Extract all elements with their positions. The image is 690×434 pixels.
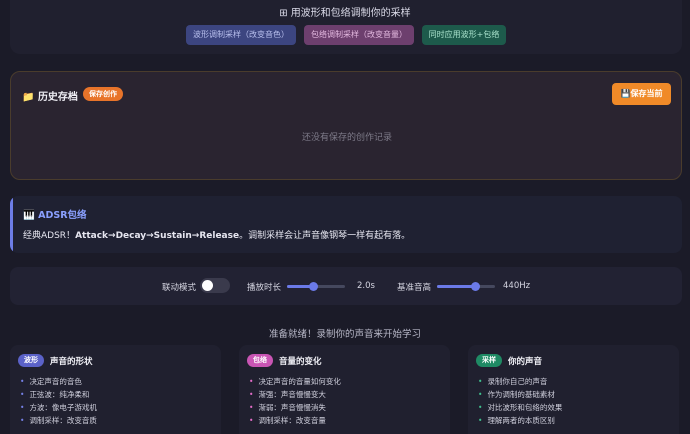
card-tag: 波形 bbox=[18, 354, 44, 367]
list-item: 正弦波：纯净柔和 bbox=[20, 388, 97, 401]
list-item: 作为调制的基础素材 bbox=[478, 388, 562, 401]
adsr-info-panel: 🎹 ADSR包络 经典ADSR！Attack→Decay→Sustain→Rel… bbox=[10, 196, 682, 253]
adsr-description: 经典ADSR！Attack→Decay→Sustain→Release。调制采样… bbox=[23, 231, 411, 241]
link-mode-toggle[interactable] bbox=[200, 278, 230, 293]
toggle-knob bbox=[202, 280, 213, 291]
envelope-card: 包络 音量的变化 决定声音的音量如何变化 渐强：声音慢慢变大 渐弱：声音慢慢消失… bbox=[239, 345, 450, 434]
floppy-icon: 💾 bbox=[620, 89, 631, 98]
duration-label: 播放时长 bbox=[247, 283, 282, 293]
pitch-slider[interactable] bbox=[437, 282, 495, 291]
pitch-label: 基准音高 bbox=[397, 283, 432, 293]
list-item: 调制采样：改变音量 bbox=[249, 414, 341, 427]
list-item: 方波：像电子游戏机 bbox=[20, 401, 97, 414]
list-item: 对比波形和包络的效果 bbox=[478, 401, 562, 414]
grid-icon: ⊞ bbox=[279, 8, 288, 19]
list-item: 理解两者的本质区别 bbox=[478, 414, 562, 427]
envelope-modulate-button[interactable]: 包络调制采样（改变音量） bbox=[304, 25, 414, 45]
mode-title: ⊞ 用波形和包络调制你的采样 bbox=[279, 8, 411, 19]
list-item: 调制采样：改变音质 bbox=[20, 414, 97, 427]
status-message: 准备就绪！录制你的声音来开始学习 bbox=[268, 329, 421, 340]
piano-icon: 🎹 bbox=[23, 210, 35, 221]
list-item: 决定声音的音色 bbox=[20, 375, 97, 388]
duration-slider[interactable] bbox=[287, 282, 345, 291]
link-mode-label: 联动模式 bbox=[162, 283, 197, 293]
history-panel: 📁 历史存档 保存创作 💾保存当前 还没有保存的创作记录 bbox=[10, 71, 682, 180]
wave-modulate-button[interactable]: 波形调制采样（改变音色） bbox=[186, 25, 296, 45]
history-badge: 保存创作 bbox=[83, 87, 123, 101]
list-item: 渐强：声音慢慢变大 bbox=[249, 388, 341, 401]
list-item: 渐弱：声音慢慢消失 bbox=[249, 401, 341, 414]
save-current-button[interactable]: 💾保存当前 bbox=[612, 83, 671, 105]
card-list: 录制你自己的声音 作为调制的基础素材 对比波形和包络的效果 理解两者的本质区别 bbox=[478, 375, 562, 427]
pitch-value: 440Hz bbox=[503, 281, 531, 291]
waveform-card: 波形 声音的形状 决定声音的音色 正弦波：纯净柔和 方波：像电子游戏机 调制采样… bbox=[10, 345, 221, 434]
apply-both-button[interactable]: 同时应用波形+包络 bbox=[422, 25, 506, 45]
card-list: 决定声音的音色 正弦波：纯净柔和 方波：像电子游戏机 调制采样：改变音质 bbox=[20, 375, 97, 427]
controls-bar: 联动模式 播放时长 2.0s 基准音高 440Hz bbox=[10, 267, 682, 305]
history-title: 📁 历史存档 bbox=[22, 92, 78, 103]
pitch-slider-thumb[interactable] bbox=[470, 282, 480, 291]
adsr-title: 🎹 ADSR包络 bbox=[23, 210, 87, 221]
list-item: 决定声音的音量如何变化 bbox=[249, 375, 341, 388]
card-title: 声音的形状 bbox=[50, 357, 93, 367]
card-list: 决定声音的音量如何变化 渐强：声音慢慢变大 渐弱：声音慢慢消失 调制采样：改变音… bbox=[249, 375, 341, 427]
sample-card: 采样 你的声音 录制你自己的声音 作为调制的基础素材 对比波形和包络的效果 理解… bbox=[468, 345, 679, 434]
duration-slider-thumb[interactable] bbox=[309, 282, 319, 291]
pitch-slider-fill bbox=[437, 285, 475, 288]
duration-value: 2.0s bbox=[357, 281, 375, 291]
card-tag: 包络 bbox=[247, 354, 273, 367]
card-title: 你的声音 bbox=[508, 357, 543, 367]
card-title: 音量的变化 bbox=[279, 357, 322, 367]
history-empty-text: 还没有保存的创作记录 bbox=[301, 133, 392, 143]
card-tag: 采样 bbox=[476, 354, 502, 367]
adsr-accent-bar bbox=[10, 196, 13, 253]
folder-icon: 📁 bbox=[22, 92, 35, 103]
list-item: 录制你自己的声音 bbox=[478, 375, 562, 388]
